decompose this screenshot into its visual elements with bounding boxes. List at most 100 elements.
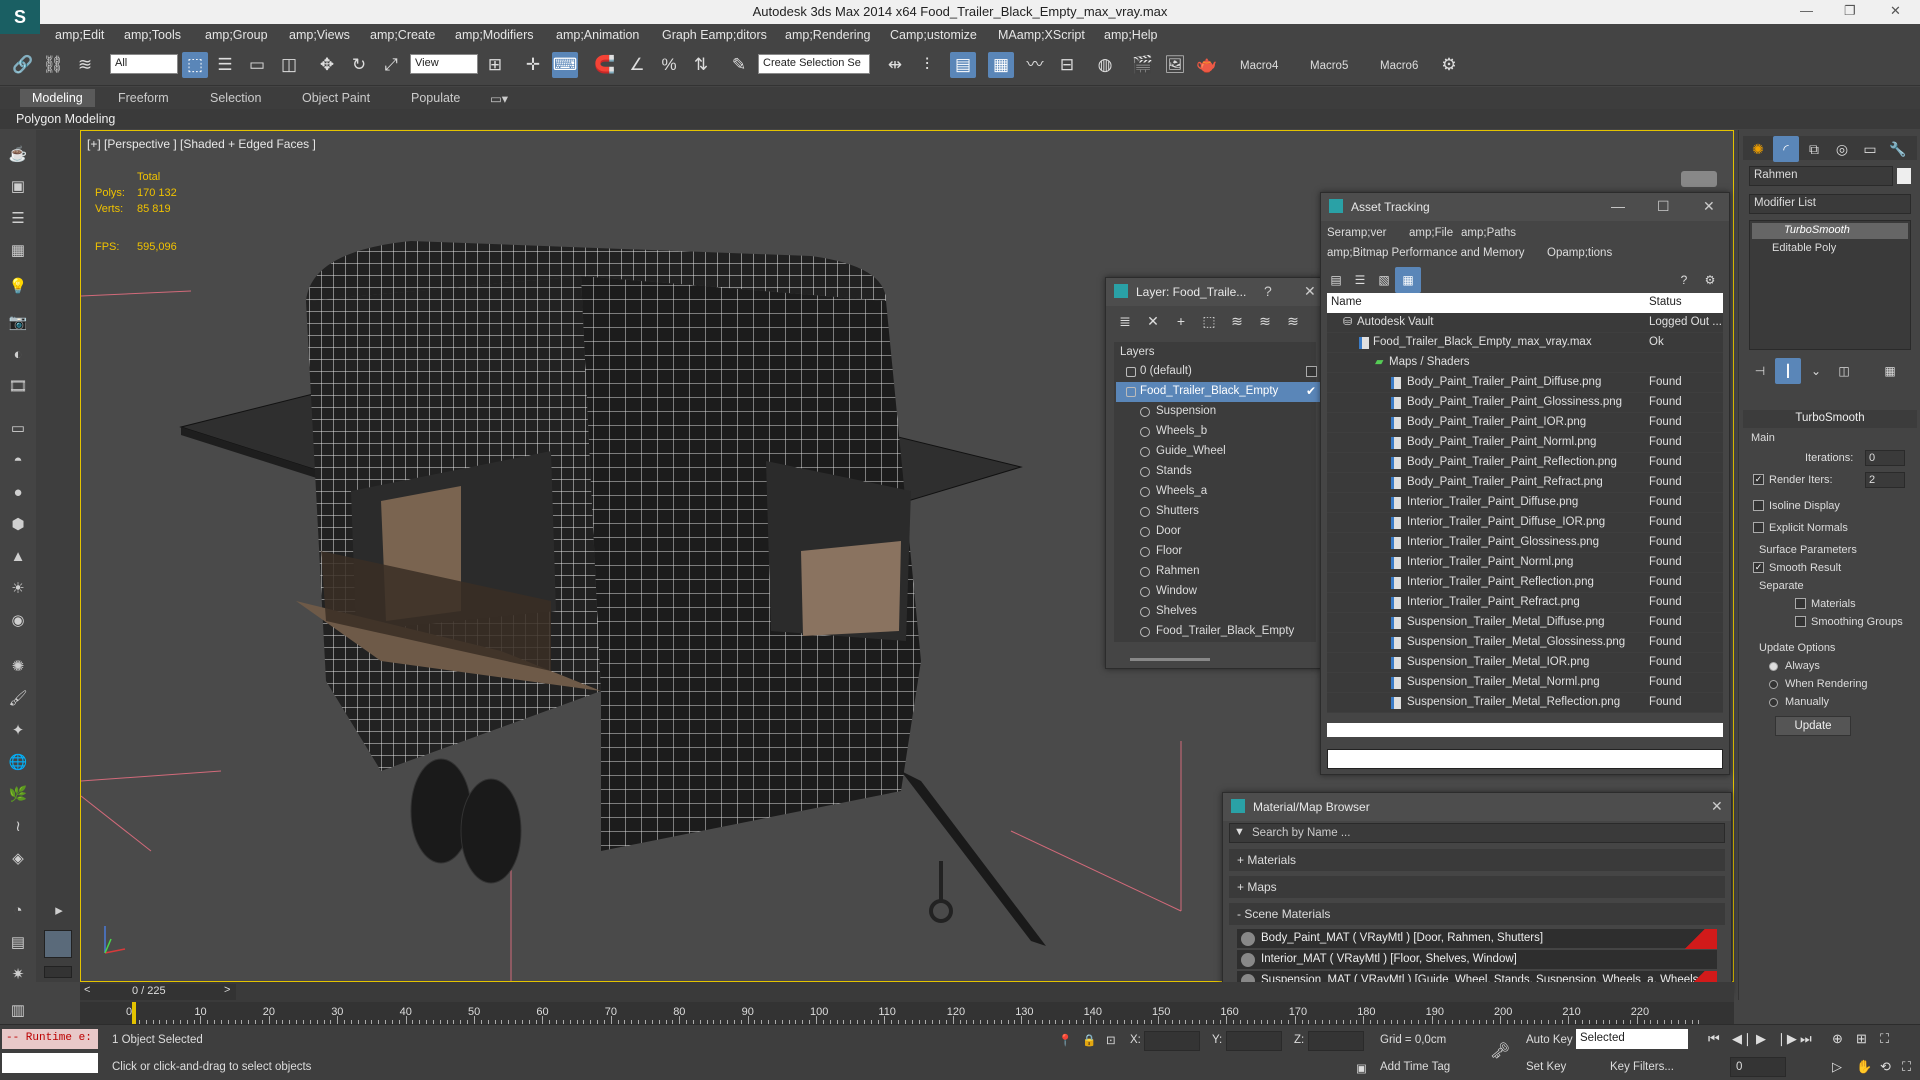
pivot-icon[interactable]: ⊞	[482, 52, 508, 78]
absolute-mode-icon[interactable]: ⊡	[1106, 1033, 1116, 1047]
camera-icon[interactable]: 📷	[7, 312, 29, 334]
layer-close-button[interactable]: ✕	[1304, 283, 1316, 300]
asset-row[interactable]: Suspension_Trailer_Metal_Glossiness.png F…	[1327, 633, 1723, 653]
asset-row[interactable]: Body_Paint_Trailer_Paint_Glossiness.png F…	[1327, 393, 1723, 413]
mini-listener-icon[interactable]	[44, 966, 72, 978]
ref-coord-dropdown[interactable]: View	[410, 54, 478, 74]
gear-icon[interactable]: ⚙	[1436, 52, 1462, 78]
list-icon[interactable]: ☰	[7, 208, 29, 230]
bind-spacewarp-icon[interactable]: ≋	[72, 52, 98, 78]
asset-row[interactable]: Body_Paint_Trailer_Paint_IOR.png Found	[1327, 413, 1723, 433]
make-unique-icon[interactable]: ⌄	[1803, 358, 1829, 384]
asset-row[interactable]: Interior_Trailer_Paint_Norml.png Found	[1327, 553, 1723, 573]
rotate-icon[interactable]: ↻	[346, 52, 372, 78]
y-coordinate-field[interactable]	[1226, 1031, 1282, 1051]
fov-icon[interactable]: ▷	[1832, 1059, 1842, 1075]
asset-close-button[interactable]: ✕	[1703, 198, 1715, 215]
key-icon[interactable]: 🗝	[1490, 1041, 1510, 1061]
layer-row-wheels-b[interactable]: Wheels_b	[1116, 422, 1322, 442]
menu-views[interactable]: amp;Views	[289, 28, 350, 42]
ribbon-toggle-icon[interactable]: ▦	[988, 52, 1014, 78]
menu-create[interactable]: amp;Create	[370, 28, 435, 42]
macro6-button[interactable]: Macro6	[1380, 60, 1418, 72]
asset-menu-paths[interactable]: amp;Paths	[1461, 227, 1516, 239]
go-to-start-icon[interactable]: ⏮	[1708, 1031, 1720, 1047]
search-menu-icon[interactable]: ▼	[1234, 826, 1245, 838]
hair-icon[interactable]: ≀	[7, 816, 29, 838]
angle-snap-icon[interactable]: ∠	[624, 52, 650, 78]
close-button[interactable]: ✕	[1890, 3, 1901, 19]
modify-tab-icon[interactable]: ◜	[1773, 136, 1799, 162]
tab-modeling[interactable]: Modeling	[20, 89, 95, 107]
menu-edit[interactable]: amp;Edit	[55, 28, 104, 42]
play-icon[interactable]: ▶	[1756, 1031, 1766, 1047]
separate-materials-checkbox[interactable]	[1795, 598, 1806, 609]
layer-create-icon[interactable]: ≣	[1112, 308, 1138, 334]
menu-customize[interactable]: Camp;ustomize	[890, 28, 977, 42]
layers-icon[interactable]: ▤	[7, 932, 29, 954]
asset-minimize-button[interactable]: —	[1611, 198, 1625, 214]
asset-row[interactable]: Interior_Trailer_Paint_Diffuse_IOR.png Fo…	[1327, 513, 1723, 533]
tab-selection[interactable]: Selection	[210, 91, 261, 105]
prev-frame-icon[interactable]: ◀❘	[1732, 1031, 1753, 1047]
layer-delete-icon[interactable]: ✕	[1140, 308, 1166, 334]
cloth-icon[interactable]: ◈	[7, 848, 29, 870]
col-name-header[interactable]: Name	[1331, 296, 1362, 308]
material-editor-icon[interactable]: ◍	[1092, 52, 1118, 78]
asset-row[interactable]: Body_Paint_Trailer_Paint_Reflection.png F…	[1327, 453, 1723, 473]
layer-select-icon[interactable]: ⬚	[1196, 308, 1222, 334]
display-tab-icon[interactable]: ▭	[1857, 136, 1883, 162]
plane-icon[interactable]: ▭	[7, 418, 29, 440]
show-end-result-icon[interactable]: ┃	[1775, 358, 1801, 384]
stack-editable-poly[interactable]: Editable Poly	[1752, 241, 1908, 257]
snap-icon[interactable]: 🧲	[592, 52, 618, 78]
go-to-end-icon[interactable]: ⏭	[1800, 1031, 1812, 1047]
object-name-field[interactable]: Rahmen	[1749, 166, 1893, 186]
asset-row[interactable]: Body_Paint_Trailer_Paint_Refract.png Foun…	[1327, 473, 1723, 493]
render-setup-icon[interactable]: 🎬	[1130, 52, 1156, 78]
view-cube-mini-icon[interactable]	[44, 930, 72, 958]
layer-scrollbar[interactable]	[1130, 658, 1210, 661]
teapot-icon[interactable]: ☕	[7, 144, 29, 166]
modifier-list-dropdown[interactable]: Modifier List	[1749, 194, 1911, 214]
menu-rendering[interactable]: amp;Rendering	[785, 28, 870, 42]
key-filters-button[interactable]: Key Filters...	[1610, 1061, 1674, 1073]
menu-animation[interactable]: amp;Animation	[556, 28, 639, 42]
curve-editor-icon[interactable]: 〰	[1022, 52, 1048, 78]
layer-row-shutters[interactable]: Shutters	[1116, 502, 1322, 522]
asset-row[interactable]: Maps / Shaders ▰	[1327, 353, 1723, 373]
light-icon[interactable]: 💡	[7, 276, 29, 298]
layer-row-suspension[interactable]: Suspension	[1116, 402, 1322, 422]
material-ball-icon[interactable]: ◔	[7, 900, 29, 922]
percent-snap-icon[interactable]: %	[656, 52, 682, 78]
add-time-tag[interactable]: Add Time Tag	[1380, 1061, 1450, 1073]
asset-row[interactable]: Autodesk Vault Logged Out ... ⛁	[1327, 313, 1723, 333]
asset-menu-options[interactable]: Opamp;tions	[1547, 247, 1612, 259]
set-key-button[interactable]: Set Key	[1526, 1061, 1566, 1073]
cone-icon[interactable]: ▲	[7, 546, 29, 568]
render-iters-checkbox[interactable]: ✓	[1753, 474, 1764, 485]
section-maps[interactable]: + Maps	[1229, 876, 1725, 898]
hemisphere-icon[interactable]: ◓	[7, 450, 29, 472]
compass-icon[interactable]: ✦	[7, 720, 29, 742]
menu-group[interactable]: amp;Group	[205, 28, 268, 42]
geosphere-icon[interactable]: ⬢	[7, 514, 29, 536]
layer-freeze-icon[interactable]: ≋	[1280, 308, 1306, 334]
fx-icon[interactable]: ✷	[7, 964, 29, 986]
remove-modifier-icon[interactable]: ◫	[1831, 358, 1857, 384]
checkmark-icon[interactable]: ✔	[1306, 384, 1316, 398]
asset-row[interactable]: Suspension_Trailer_Metal_Reflection.png F…	[1327, 693, 1723, 713]
layer-row-window[interactable]: Window	[1116, 582, 1322, 602]
layer-row-door[interactable]: Door	[1116, 522, 1322, 542]
layer-row-guide-wheel[interactable]: Guide_Wheel	[1116, 442, 1322, 462]
plant-icon[interactable]: 🌿	[7, 784, 29, 806]
asset-help-icon[interactable]: ?	[1671, 267, 1697, 293]
asset-path-field[interactable]	[1327, 749, 1723, 769]
material-browser-titlebar[interactable]: Material/Map Browser ✕	[1223, 793, 1731, 821]
asset-row[interactable]: Interior_Trailer_Paint_Reflection.png Fou…	[1327, 573, 1723, 593]
select-by-name-icon[interactable]: ☰	[212, 52, 238, 78]
asset-thumb-icon[interactable]: ▧	[1371, 267, 1397, 293]
asset-row[interactable]: Suspension_Trailer_Metal_Norml.png Found	[1327, 673, 1723, 693]
asset-row[interactable]: Body_Paint_Trailer_Paint_Norml.png Found	[1327, 433, 1723, 453]
time-cursor[interactable]	[132, 1002, 136, 1024]
